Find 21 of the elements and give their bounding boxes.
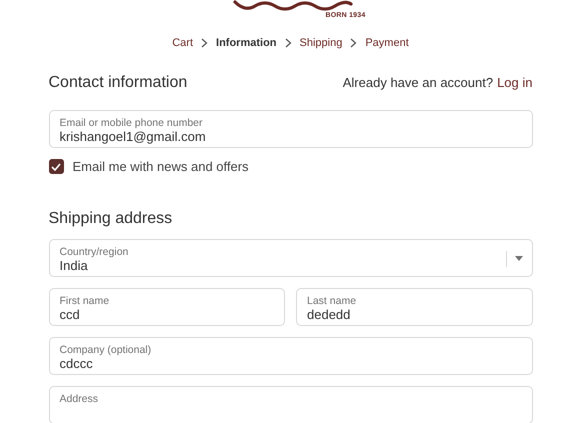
caret-down-icon xyxy=(514,256,522,261)
input-field[interactable]: First name ccd xyxy=(48,288,285,326)
input-field[interactable]: Company (optional) cdccc xyxy=(48,337,532,375)
chevron-right-icon xyxy=(284,38,292,48)
breadcrumb-link[interactable]: Shipping xyxy=(300,37,342,49)
breadcrumb-link[interactable]: Cart xyxy=(172,37,194,49)
checkmark-icon xyxy=(51,162,61,170)
input-field[interactable]: Last name dededd xyxy=(296,288,532,326)
section-heading: Contact information xyxy=(48,74,188,92)
breadcrumb-link[interactable]: Information xyxy=(216,37,277,49)
section-heading: Shipping address xyxy=(48,210,174,228)
login-link[interactable]: Log in xyxy=(497,75,532,90)
account-prompt: Already have an account? xyxy=(342,75,494,90)
chevron-right-icon xyxy=(350,38,358,48)
input-field[interactable]: Address xyxy=(48,386,532,423)
checkbox[interactable] xyxy=(48,159,64,174)
email-field[interactable]: Email or mobile phone number krishangoel1@gmail.com xyxy=(48,110,532,148)
breadcrumb-link[interactable]: Payment xyxy=(365,37,409,49)
checkbox-label: Email me with news and offers xyxy=(72,159,249,174)
country-select[interactable]: Country/region India xyxy=(48,239,532,277)
chevron-right-icon xyxy=(201,38,208,48)
